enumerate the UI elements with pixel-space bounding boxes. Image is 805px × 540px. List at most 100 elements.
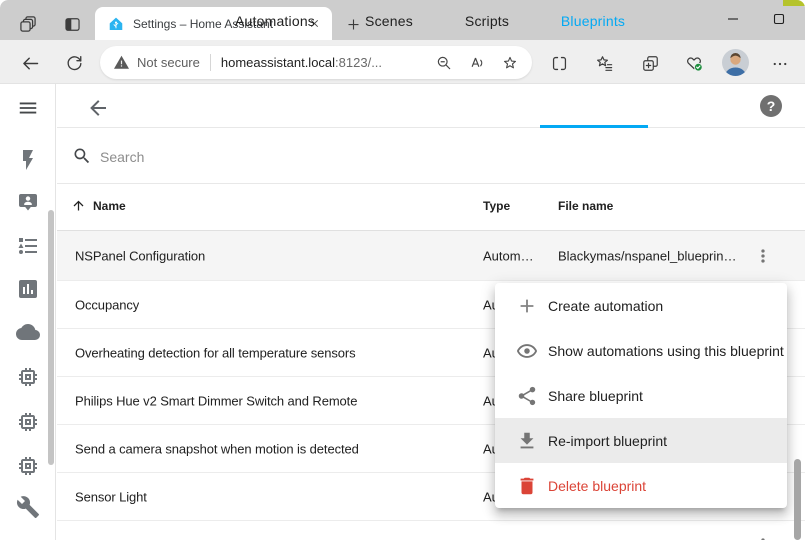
new-tab-icon <box>346 17 361 32</box>
read-aloud-icon <box>468 54 486 72</box>
tab-automations[interactable]: Automations <box>235 13 315 29</box>
vertical-tabs-button[interactable] <box>60 12 84 36</box>
row-name: Philips Hue v2 Smart Dimmer Switch and R… <box>75 393 357 408</box>
sidebar-item-device-2[interactable] <box>16 410 40 434</box>
row-name: Occupancy <box>75 297 139 312</box>
sidebar-scrollbar-thumb[interactable] <box>48 210 54 465</box>
menu-item-create-automation[interactable]: Create automation <box>495 283 787 328</box>
column-header-file[interactable]: File name <box>558 199 613 213</box>
search-input[interactable] <box>98 145 422 169</box>
home-assistant-favicon <box>108 16 124 32</box>
split-screen-button[interactable] <box>545 50 573 76</box>
url-divider <box>210 54 211 71</box>
back-button[interactable] <box>16 50 44 76</box>
address-bar[interactable]: Not secure homeassistant.local:8123/... <box>100 46 532 79</box>
sidebar-item-tools[interactable] <box>16 495 40 519</box>
row-name: Sensor Light <box>75 489 147 504</box>
table-row[interactable]: NSPanel Configuration Autom… Blackymas/n… <box>57 231 805 281</box>
active-tab-underline <box>540 125 648 128</box>
download-icon <box>516 430 538 452</box>
hamburger-icon <box>17 97 39 119</box>
menu-item-show-automations[interactable]: Show automations using this blueprint <box>495 328 787 373</box>
more-options-icon <box>771 55 789 73</box>
vertical-tabs-icon <box>63 15 82 34</box>
ha-sidebar <box>0 84 56 540</box>
cloud-icon <box>16 320 40 344</box>
row-context-menu: Create automation Show automations using… <box>495 283 787 508</box>
collections-add-button[interactable] <box>636 50 664 76</box>
sidebar-item-device-1[interactable] <box>16 365 40 389</box>
plus-icon <box>516 295 538 317</box>
refresh-button[interactable] <box>60 50 88 76</box>
sidebar-item-history[interactable] <box>16 277 40 301</box>
chip-icon <box>16 365 40 389</box>
favorites-hub-icon <box>595 54 614 73</box>
tab-scripts[interactable]: Scripts <box>465 13 509 29</box>
search-icon <box>72 146 92 166</box>
menu-item-share-blueprint[interactable]: Share blueprint <box>495 373 787 418</box>
help-icon: ? <box>767 98 776 114</box>
column-header-type[interactable]: Type <box>483 199 510 213</box>
search-divider <box>57 183 805 184</box>
tab-scenes[interactable]: Scenes <box>365 13 413 29</box>
sidebar-item-cloud[interactable] <box>16 320 40 344</box>
browser-essentials-button[interactable] <box>680 50 708 76</box>
favorites-hub-button[interactable] <box>590 50 618 76</box>
refresh-icon <box>65 54 84 73</box>
trash-icon <box>516 475 538 497</box>
workspaces-button[interactable] <box>16 12 40 36</box>
url-host: homeassistant.local <box>221 55 335 70</box>
chip-icon <box>16 454 40 478</box>
desktop-corner <box>783 0 805 6</box>
row-file: Blackymas/nspanel_blueprin… <box>558 248 736 263</box>
menu-item-delete-blueprint[interactable]: Delete blueprint <box>495 463 787 508</box>
minimize-button[interactable] <box>710 2 756 36</box>
maximize-icon <box>773 13 785 25</box>
maximize-button[interactable] <box>756 2 802 36</box>
menu-item-label: Delete blueprint <box>548 478 646 494</box>
row-overflow-button[interactable] <box>751 533 775 540</box>
tab-blueprints[interactable]: Blueprints <box>561 13 625 29</box>
url-path: :8123/... <box>335 55 382 70</box>
kebab-icon <box>753 535 773 540</box>
arrow-left-icon <box>86 96 110 120</box>
favorite-star-button[interactable] <box>501 54 519 72</box>
sidebar-item-device-3[interactable] <box>16 454 40 478</box>
read-aloud-button[interactable] <box>468 54 486 72</box>
profile-avatar[interactable] <box>722 49 749 76</box>
zoom-out-icon <box>435 54 453 72</box>
zoom-out-button[interactable] <box>435 54 453 72</box>
person-badge-icon <box>16 191 40 215</box>
sort-ascending-icon[interactable] <box>71 198 87 214</box>
back-icon <box>20 53 41 74</box>
row-overflow-button[interactable] <box>751 244 775 268</box>
page-scrollbar-thumb[interactable] <box>794 459 801 540</box>
ha-header <box>57 84 805 128</box>
not-secure-warning-icon <box>113 54 130 71</box>
list-icon <box>16 234 40 258</box>
browser-window: Settings – Home Assistant <box>0 0 805 540</box>
row-type: Autom… <box>483 248 534 263</box>
sidebar-item-logbook[interactable] <box>16 234 40 258</box>
column-header-name[interactable]: Name <box>93 199 126 213</box>
row-name: Send a camera snapshot when motion is de… <box>75 441 359 456</box>
sidebar-item-assist[interactable] <box>16 191 40 215</box>
sidebar-menu-button[interactable] <box>16 96 40 120</box>
menu-item-label: Share blueprint <box>548 388 643 404</box>
split-screen-icon <box>550 54 569 73</box>
help-button[interactable]: ? <box>760 95 782 117</box>
more-options-button[interactable] <box>766 51 794 77</box>
menu-item-reimport-blueprint[interactable]: Re-import blueprint <box>495 418 787 463</box>
new-tab-button[interactable] <box>341 12 365 36</box>
favorite-star-icon <box>501 54 519 72</box>
chip-icon <box>16 410 40 434</box>
flash-icon <box>16 148 40 172</box>
menu-item-label: Create automation <box>548 298 663 314</box>
table-row[interactable]: Set entities based on other entities new… <box>57 521 805 540</box>
ha-back-button[interactable] <box>84 94 112 122</box>
workspaces-icon <box>18 14 38 34</box>
minimize-icon <box>727 13 739 25</box>
wrench-icon <box>16 495 40 519</box>
sidebar-item-energy[interactable] <box>16 148 40 172</box>
menu-item-label: Re-import blueprint <box>548 433 667 449</box>
